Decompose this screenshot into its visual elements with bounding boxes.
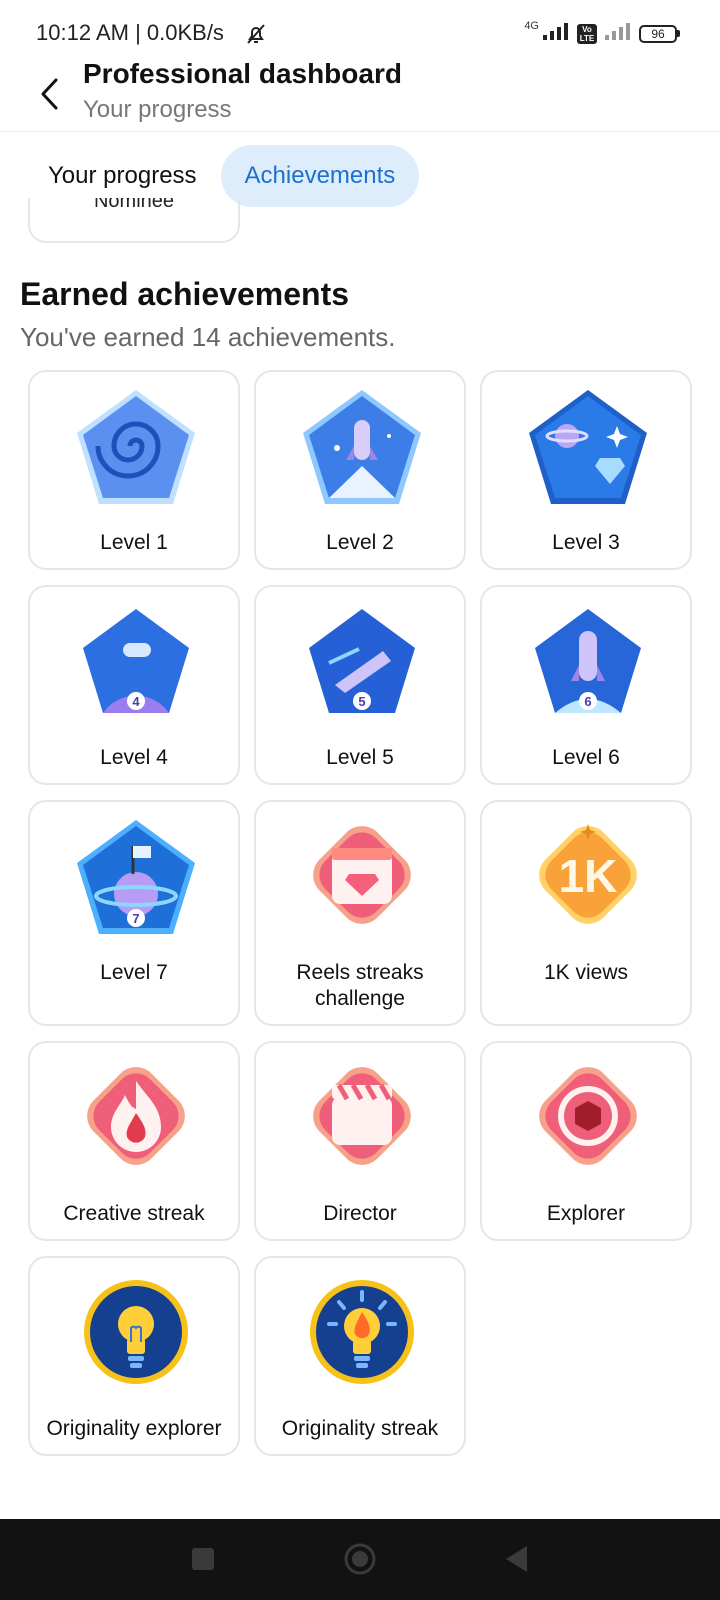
battery-icon: 96: [639, 24, 680, 43]
achievement-card-level-2[interactable]: Level 2: [254, 370, 466, 570]
status-indicators: 4G Vo LTE 96: [524, 19, 680, 45]
achievement-card-level-3[interactable]: Level 3: [480, 370, 692, 570]
status-time: 10:12 AM | 0.0KB/s: [36, 20, 224, 45]
achievement-card-level-4[interactable]: 4 Level 4: [28, 585, 240, 785]
flame-icon: [73, 1053, 199, 1179]
achievement-label: Level 6: [552, 746, 620, 769]
achievement-card-originality-streak[interactable]: Originality streak: [254, 1256, 466, 1456]
achievement-card-level-1[interactable]: Level 1: [28, 370, 240, 570]
chevron-left-icon: [41, 78, 58, 110]
achievement-label: Explorer: [546, 1202, 626, 1225]
achievement-label: Creative streak: [63, 1202, 205, 1225]
achievement-card-level-5[interactable]: 5 Level 5: [254, 585, 466, 785]
svg-text:1K: 1K: [559, 850, 618, 902]
achievement-card-level-6[interactable]: 6 Level 6: [480, 585, 692, 785]
achievement-label: Level 7: [100, 961, 168, 984]
achievement-card-director[interactable]: Director: [254, 1041, 466, 1241]
achievement-card-reels-streaks[interactable]: Reels streaks challenge: [254, 800, 466, 1026]
signal-icon: [543, 22, 569, 45]
volte-icon: Vo LTE: [577, 23, 597, 44]
achievement-label: Originality streak: [281, 1417, 439, 1440]
spaceship-comet-icon: 5: [299, 601, 425, 727]
achievement-label: Level 5: [326, 746, 394, 769]
app-header: Professional dashboard Your progress: [0, 56, 720, 132]
achievement-card-originality-explorer[interactable]: Originality explorer: [28, 1256, 240, 1456]
clapperboard-icon: [299, 1053, 425, 1179]
signal-weak-icon: [605, 22, 631, 45]
achievement-label: Level 3: [552, 531, 620, 554]
rocket-launch-icon: [299, 386, 425, 512]
svg-text:6: 6: [584, 694, 591, 709]
achievement-label: Level 1: [100, 531, 168, 554]
partial-achievement-card[interactable]: Nominee: [28, 198, 240, 243]
spaceship-planet-icon: 4: [73, 601, 199, 727]
circle-icon: [344, 1543, 376, 1575]
home-button[interactable]: [340, 1539, 380, 1579]
achievement-label: Reels streaks challenge: [296, 961, 424, 1010]
planet-flag-icon: 7: [73, 816, 199, 942]
mute-bell-icon: [244, 22, 268, 51]
page-title: Professional dashboard: [83, 58, 402, 89]
system-nav-bar: [0, 1519, 720, 1600]
svg-text:5: 5: [358, 694, 365, 709]
achievement-card-explorer[interactable]: Explorer: [480, 1041, 692, 1241]
lightbulb-flame-icon: [299, 1272, 425, 1398]
planet-diamond-icon: [525, 386, 651, 512]
achievement-label: 1K views: [543, 961, 629, 984]
network-type-label: 4G: [524, 19, 539, 32]
square-icon: [192, 1548, 214, 1570]
achievement-label: Level 4: [100, 746, 168, 769]
galaxy-icon: [73, 386, 199, 512]
achievement-card-creative-streak[interactable]: Creative streak: [28, 1041, 240, 1241]
achievement-card-level-7[interactable]: 7 Level 7: [28, 800, 240, 1026]
section-subtitle: You've earned 14 achievements.: [20, 322, 396, 352]
battery-level: 96: [639, 24, 677, 43]
recents-button[interactable]: [183, 1539, 223, 1579]
back-button[interactable]: [34, 74, 64, 114]
views-1k-icon: 1K: [525, 812, 651, 938]
achievement-card-1k-views[interactable]: 1K 1K views: [480, 800, 692, 1026]
back-nav-button[interactable]: [497, 1539, 537, 1579]
achievement-label: Level 2: [326, 531, 394, 554]
svg-text:7: 7: [132, 911, 139, 926]
section-title: Earned achievements: [20, 276, 350, 312]
svg-text:4: 4: [132, 694, 140, 709]
lightbulb-icon: [73, 1272, 199, 1398]
page-subtitle: Your progress: [83, 96, 232, 123]
clapper-diamond-icon: [299, 812, 425, 938]
partial-card-label: Nominee: [93, 198, 175, 212]
achievement-label: Director: [323, 1202, 397, 1225]
achievement-label: Originality explorer: [46, 1417, 222, 1440]
tab-achievements[interactable]: Achievements: [220, 145, 420, 207]
aperture-icon: [525, 1053, 651, 1179]
rocket-moon-icon: 6: [525, 601, 651, 727]
status-bar: 10:12 AM | 0.0KB/s 4G Vo LTE 96: [0, 0, 720, 60]
triangle-back-icon: [506, 1546, 527, 1572]
